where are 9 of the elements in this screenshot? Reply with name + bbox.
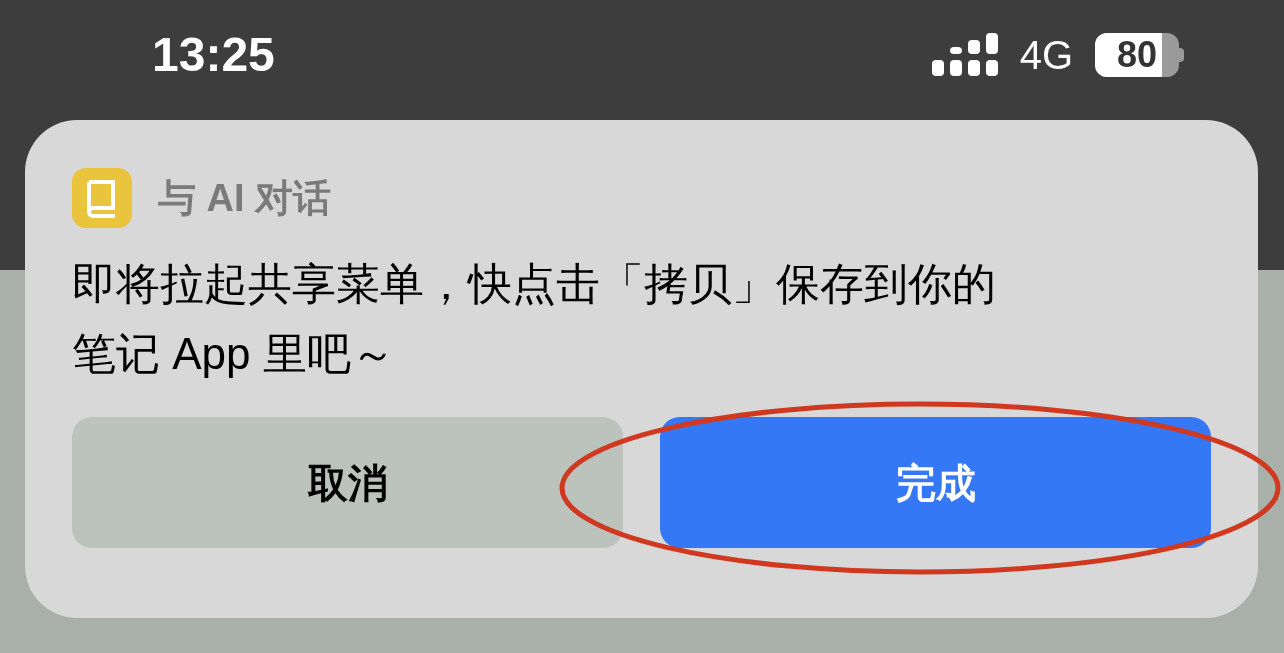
status-time: 13:25 (152, 27, 275, 83)
book-icon (72, 168, 132, 228)
dialog-message: 即将拉起共享菜单，快点击「拷贝」保存到你的笔记 App 里吧～ (72, 258, 997, 380)
battery-level-text: 80 (1115, 33, 1158, 77)
cancel-button[interactable]: 取消 (72, 417, 623, 548)
app-name: 与 AI 对话 (158, 175, 332, 221)
done-button[interactable]: 完成 (660, 417, 1211, 548)
network-label: 4G (1019, 32, 1073, 79)
signal-icon (931, 32, 998, 78)
